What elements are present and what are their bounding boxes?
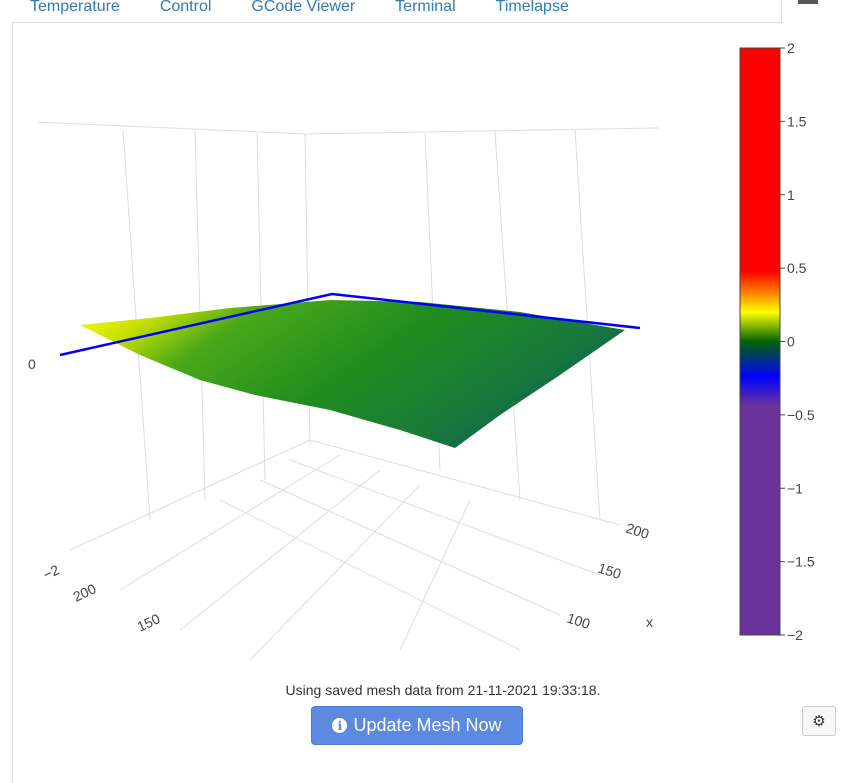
- colorbar-ticks: 2 1.5 1 0.5 0 −0.5 −1 −1.5 −2: [780, 40, 815, 643]
- colorbar-tick-label: −1.5: [787, 554, 815, 570]
- colorbar: [739, 47, 781, 636]
- gear-icon[interactable]: ⚙: [802, 706, 836, 736]
- colorbar-tick-label: 0.5: [787, 260, 807, 276]
- colorbar-tick-label: 1: [787, 187, 795, 203]
- colorbar-tick-label: 1.5: [787, 113, 807, 129]
- z-tick: 0: [28, 356, 36, 372]
- y-tick: 200: [71, 580, 99, 604]
- mesh-plot[interactable]: 21.510.50−0.5−1−1.5−2 x 100 150 200 150 …: [0, 0, 841, 680]
- x-axis-label: x: [646, 614, 653, 630]
- mesh-surface: [80, 300, 625, 448]
- y-tick: 150: [135, 610, 163, 634]
- colorbar-tick-label: 2: [787, 40, 795, 56]
- colorbar-tick-label: 0: [787, 334, 795, 350]
- colorbar-tick-label: −0.5: [787, 407, 815, 423]
- x-tick: 200: [624, 520, 651, 543]
- mesh-status-text: Using saved mesh data from 21-11-2021 19…: [285, 682, 601, 698]
- info-circle-icon: i: [332, 718, 348, 733]
- colorbar-tick-label: −1: [787, 480, 803, 496]
- z-tick: −2: [41, 561, 62, 582]
- colorbar-tick-label: −2: [787, 627, 803, 643]
- x-tick: 150: [596, 560, 623, 583]
- update-mesh-button[interactable]: i Update Mesh Now: [311, 706, 523, 745]
- x-tick: 100: [565, 610, 592, 633]
- update-mesh-label: Update Mesh Now: [353, 715, 502, 735]
